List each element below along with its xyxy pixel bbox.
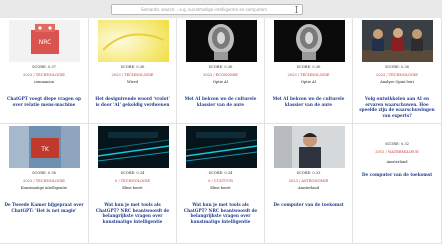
article-title[interactable]: Wat kun je met tools als ChatGPT? NRC be… bbox=[93, 202, 172, 225]
article-category: 2023 / ASTRONOMIE bbox=[288, 179, 329, 183]
results-grid: NRC SCORE: 0.37 2023 / TECHNOLOGIE comna… bbox=[0, 18, 442, 244]
svg-text:TK: TK bbox=[40, 146, 50, 153]
article-source: comnanion bbox=[34, 80, 54, 84]
article-card[interactable]: SCORE: 0.32 2013 / WATERMILIEUE Amsterla… bbox=[353, 124, 442, 244]
article-source: Wired bbox=[127, 80, 138, 84]
article-score: SCORE: 0.36 bbox=[120, 65, 145, 69]
article-score: SCORE: 0.36 bbox=[32, 171, 56, 175]
article-source: Optie AI bbox=[212, 80, 229, 84]
article-category: 2023 / TECHNOLOGIE bbox=[111, 73, 154, 77]
article-thumbnail bbox=[186, 126, 257, 168]
article-title[interactable]: De computer van de toekomst bbox=[357, 172, 437, 178]
article-source: Amsterland bbox=[386, 160, 408, 164]
article-card[interactable]: SCORE: 0.36 2023 / TECHNOLOGIE Wired Het… bbox=[89, 18, 177, 124]
article-score: SCORE: 0.32 bbox=[385, 142, 409, 146]
article-thumbnail bbox=[274, 126, 345, 168]
article-score: SCORE: 0.36 bbox=[385, 65, 409, 69]
article-card[interactable]: SCORE: 0.34 0 / TECHNOLOGIE Eline kovet … bbox=[89, 124, 177, 244]
text-cursor-icon bbox=[295, 6, 298, 13]
article-source: Eline kovet bbox=[122, 186, 143, 190]
article-thumbnail bbox=[186, 20, 257, 62]
article-category: 0 / CULTUUR bbox=[208, 179, 233, 183]
article-score: SCORE: 0.37 bbox=[32, 65, 56, 69]
article-card[interactable]: SCORE: 0.36 2023 / TECHNOLOGIE Analyse O… bbox=[353, 18, 442, 124]
article-thumbnail bbox=[362, 20, 433, 62]
article-category: 2023 / TECHNOLOGIE bbox=[287, 73, 330, 77]
article-category: 2013 / WATERMILIEUE bbox=[375, 150, 419, 154]
svg-text:NRC: NRC bbox=[39, 39, 52, 46]
search-bar[interactable] bbox=[111, 4, 303, 15]
article-title[interactable]: Met AI bekvon wo de culturele klassier v… bbox=[269, 96, 348, 107]
article-source: Amsterland bbox=[297, 186, 320, 190]
article-card[interactable]: NRC SCORE: 0.37 2023 / TECHNOLOGIE comna… bbox=[0, 18, 89, 124]
server-lights-image bbox=[98, 126, 169, 168]
article-thumbnail: TK bbox=[9, 126, 80, 168]
yellow-abstract-image bbox=[98, 20, 169, 62]
article-title[interactable]: De Tweede Kamer bijgepraat over ChatGPT:… bbox=[4, 202, 84, 213]
article-source: Kunstmatige intelligentie bbox=[20, 186, 68, 190]
brain-scan-image bbox=[186, 20, 257, 62]
article-score: SCORE: 0.33 bbox=[296, 171, 321, 175]
article-card[interactable]: SCORE: 0.36 2023 / TECHNOLOGIE Optie AI … bbox=[265, 18, 353, 124]
article-category: 2023 / ECONOMIE bbox=[203, 73, 238, 77]
article-card[interactable]: SCORE: 0.36 2023 / ECONOMIE Optie AI Met… bbox=[177, 18, 265, 124]
article-source: Optie AI bbox=[300, 80, 317, 84]
article-card[interactable]: TK SCORE: 0.36 2023 / TECHNOLOGIE Kunstm… bbox=[0, 124, 89, 244]
article-thumbnail bbox=[274, 20, 345, 62]
article-score: SCORE: 0.34 bbox=[208, 171, 233, 175]
article-category: 2023 / TECHNOLOGIE bbox=[23, 179, 65, 183]
article-title[interactable]: De computer van de toekomst bbox=[269, 202, 348, 208]
article-thumbnail bbox=[98, 20, 169, 62]
portrait-image bbox=[274, 126, 345, 168]
article-score: SCORE: 0.36 bbox=[296, 65, 321, 69]
article-source: Analyse Opini-leiri bbox=[380, 80, 414, 84]
article-title[interactable]: Wat kun je met tools als ChatGPT? NRC be… bbox=[181, 202, 260, 225]
article-score: SCORE: 0.36 bbox=[208, 65, 233, 69]
people-at-table-image bbox=[362, 20, 433, 62]
article-category: 0 / TECHNOLOGIE bbox=[114, 179, 151, 183]
article-card[interactable]: SCORE: 0.33 2023 / ASTRONOMIE Amsterland… bbox=[265, 124, 353, 244]
article-card[interactable]: SCORE: 0.34 0 / CULTUUR Eline kovet Wat … bbox=[177, 124, 265, 244]
article-title[interactable]: ChatGPT voegt diepe vragen op over relat… bbox=[4, 96, 84, 107]
brain-scan-image bbox=[274, 20, 345, 62]
article-thumbnail bbox=[98, 126, 169, 168]
article-title[interactable]: Volg ontwikkelen aan AI en ervaren waars… bbox=[357, 96, 437, 119]
article-source: Eline kovet bbox=[210, 186, 231, 190]
search-input[interactable] bbox=[116, 5, 292, 14]
article-title[interactable]: Het designtrende woord 'vrolot' is door … bbox=[93, 96, 172, 107]
parliament-sign-image: TK bbox=[9, 126, 80, 168]
article-title[interactable]: Met AI bekvon wo de culturele klassier v… bbox=[181, 96, 260, 107]
article-thumbnail: NRC bbox=[9, 20, 80, 62]
robot-box-image: NRC bbox=[9, 20, 80, 62]
article-category: 2023 / TECHNOLOGIE bbox=[376, 73, 418, 77]
server-lights-image bbox=[186, 126, 257, 168]
article-category: 2023 / TECHNOLOGIE bbox=[23, 73, 65, 77]
article-score: SCORE: 0.34 bbox=[120, 171, 145, 175]
